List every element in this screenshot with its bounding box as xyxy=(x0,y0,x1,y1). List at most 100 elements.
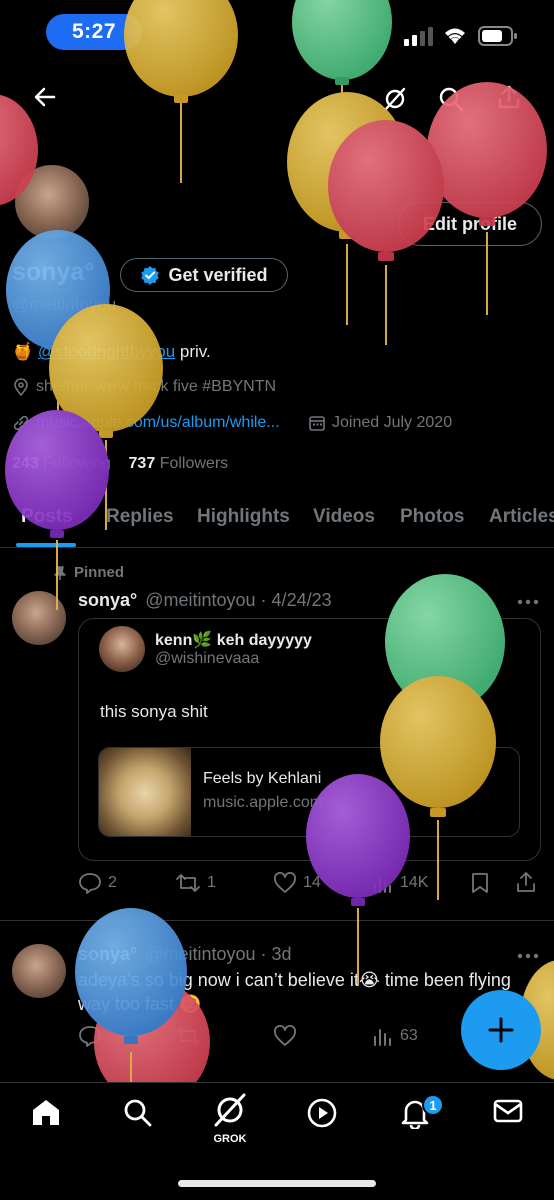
get-verified-button[interactable]: Get verified xyxy=(120,258,288,292)
balloon-yellow xyxy=(287,92,407,325)
post-header: sonya° @meitintoyou · 4/24/23 xyxy=(78,590,332,611)
tab-highlights[interactable]: Highlights xyxy=(197,506,290,528)
post-header: sonya° @meitintoyou · 3d xyxy=(78,944,292,965)
grok-label: GROK xyxy=(213,1133,247,1145)
quoted-author-avatar xyxy=(99,626,145,672)
status-time: 5:27 xyxy=(46,14,142,50)
wifi-icon xyxy=(441,24,469,46)
pinned-indicator: Pinned xyxy=(52,564,124,581)
pin-icon xyxy=(52,565,68,581)
profile-display-name: sonya° xyxy=(12,258,95,286)
reply-count: 2 xyxy=(108,874,117,891)
analytics-bars-icon xyxy=(372,872,394,894)
heart-icon xyxy=(273,1025,297,1047)
reply-button[interactable] xyxy=(78,1025,102,1047)
views-button[interactable]: 14K xyxy=(372,872,428,894)
back-button[interactable] xyxy=(32,84,58,115)
repost-icon xyxy=(175,1025,201,1047)
nav-home[interactable] xyxy=(30,1097,62,1132)
share-icon xyxy=(515,871,537,893)
grok-slash-icon xyxy=(210,1093,250,1127)
post-author-name[interactable]: sonya° xyxy=(78,944,137,965)
joined-text: Joined July 2020 xyxy=(332,414,453,431)
profile-bio: 🍯 @stoodrightbyyou priv. xyxy=(12,342,211,362)
profile-handle: @meitintoyou xyxy=(12,295,117,314)
grok-button[interactable] xyxy=(382,86,408,117)
more-dots-icon xyxy=(516,597,540,607)
following-count: 243 xyxy=(12,455,39,472)
verified-badge-icon xyxy=(140,265,160,285)
profile-location: she/her-www track five #BBYNTN xyxy=(12,378,276,396)
followers-label: Followers xyxy=(159,455,229,472)
edit-profile-button[interactable]: Edit profile xyxy=(398,202,542,246)
calendar-icon xyxy=(308,414,326,432)
profile-joined: Joined July 2020 xyxy=(308,414,452,432)
bookmark-button[interactable] xyxy=(470,872,490,899)
location-text: she/her-www track five #BBYNTN xyxy=(36,378,277,395)
tab-articles[interactable]: Articles xyxy=(489,506,554,528)
nav-search[interactable] xyxy=(122,1097,152,1132)
profile-website[interactable]: music.apple.com/us/album/while... xyxy=(12,414,280,432)
tab-videos[interactable]: Videos xyxy=(313,506,375,528)
header-share-button[interactable] xyxy=(496,84,522,115)
tab-photos[interactable]: Photos xyxy=(400,506,464,528)
post-author-name[interactable]: sonya° xyxy=(78,590,137,611)
more-dots-icon xyxy=(516,951,540,961)
post-handle-date: @meitintoyou · 3d xyxy=(145,944,292,964)
bio-suffix: priv. xyxy=(175,342,211,361)
nav-videos[interactable] xyxy=(306,1097,338,1134)
post-more-button[interactable] xyxy=(516,948,540,966)
link-icon xyxy=(12,414,30,432)
post-author-avatar[interactable] xyxy=(12,591,66,645)
views-button[interactable]: 63 xyxy=(372,1025,418,1047)
arrow-left-icon xyxy=(32,84,58,110)
tab-posts[interactable]: Posts xyxy=(21,506,73,528)
views-count: 63 xyxy=(400,1027,418,1044)
nav-grok[interactable]: GROK xyxy=(210,1093,250,1145)
following-label: Following xyxy=(43,455,111,472)
like-button[interactable]: 14 xyxy=(273,872,321,894)
header-search-button[interactable] xyxy=(438,86,464,117)
repost-icon xyxy=(175,872,201,894)
quoted-author-name: kenn🌿 keh dayyyyy xyxy=(155,632,312,649)
album-artwork xyxy=(99,748,191,836)
notifications-badge: 1 xyxy=(422,1094,444,1116)
pinned-label: Pinned xyxy=(74,564,125,581)
bio-mention-link[interactable]: @stoodrightbyyou xyxy=(38,342,175,361)
followers-count: 737 xyxy=(128,455,156,472)
profile-avatar[interactable] xyxy=(12,162,92,242)
website-link[interactable]: music.apple.com/us/album/while... xyxy=(36,414,280,432)
nav-messages[interactable] xyxy=(492,1097,524,1130)
post-author-avatar[interactable] xyxy=(12,944,66,998)
active-tab-indicator xyxy=(16,543,76,547)
like-button[interactable] xyxy=(273,1025,297,1047)
home-icon xyxy=(30,1097,62,1127)
link-preview-card[interactable]: Feels by Kehlani music.apple.com xyxy=(98,747,520,837)
location-pin-icon xyxy=(12,378,30,396)
plus-icon xyxy=(486,1015,516,1045)
follow-stats: 243 Following 737 Followers xyxy=(12,455,228,473)
link-domain: music.apple.com xyxy=(203,794,324,811)
repost-button[interactable] xyxy=(175,1025,201,1047)
compose-button[interactable] xyxy=(461,990,541,1070)
post-more-button[interactable] xyxy=(516,594,540,612)
like-count: 14 xyxy=(303,874,321,891)
repost-button[interactable]: 1 xyxy=(175,872,216,894)
home-indicator xyxy=(178,1180,376,1187)
followers-link[interactable]: 737 Followers xyxy=(129,455,229,472)
reply-bubble-icon xyxy=(78,872,102,894)
envelope-icon xyxy=(492,1097,524,1125)
post-handle-date: @meitintoyou · 4/24/23 xyxy=(145,590,332,610)
play-circle-icon xyxy=(306,1097,338,1129)
reply-button[interactable]: 2 xyxy=(78,872,117,894)
heart-icon xyxy=(273,872,297,894)
views-count: 14K xyxy=(400,874,429,891)
cellular-signal-icon xyxy=(404,26,434,46)
tab-replies[interactable]: Replies xyxy=(106,506,174,528)
following-link[interactable]: 243 Following xyxy=(12,455,111,472)
honey-pot-emoji: 🍯 xyxy=(12,342,34,361)
search-icon xyxy=(438,86,464,112)
quoted-author-handle: @wishinevaaa xyxy=(155,650,260,667)
post-share-button[interactable] xyxy=(515,871,537,898)
analytics-bars-icon xyxy=(372,1025,394,1047)
